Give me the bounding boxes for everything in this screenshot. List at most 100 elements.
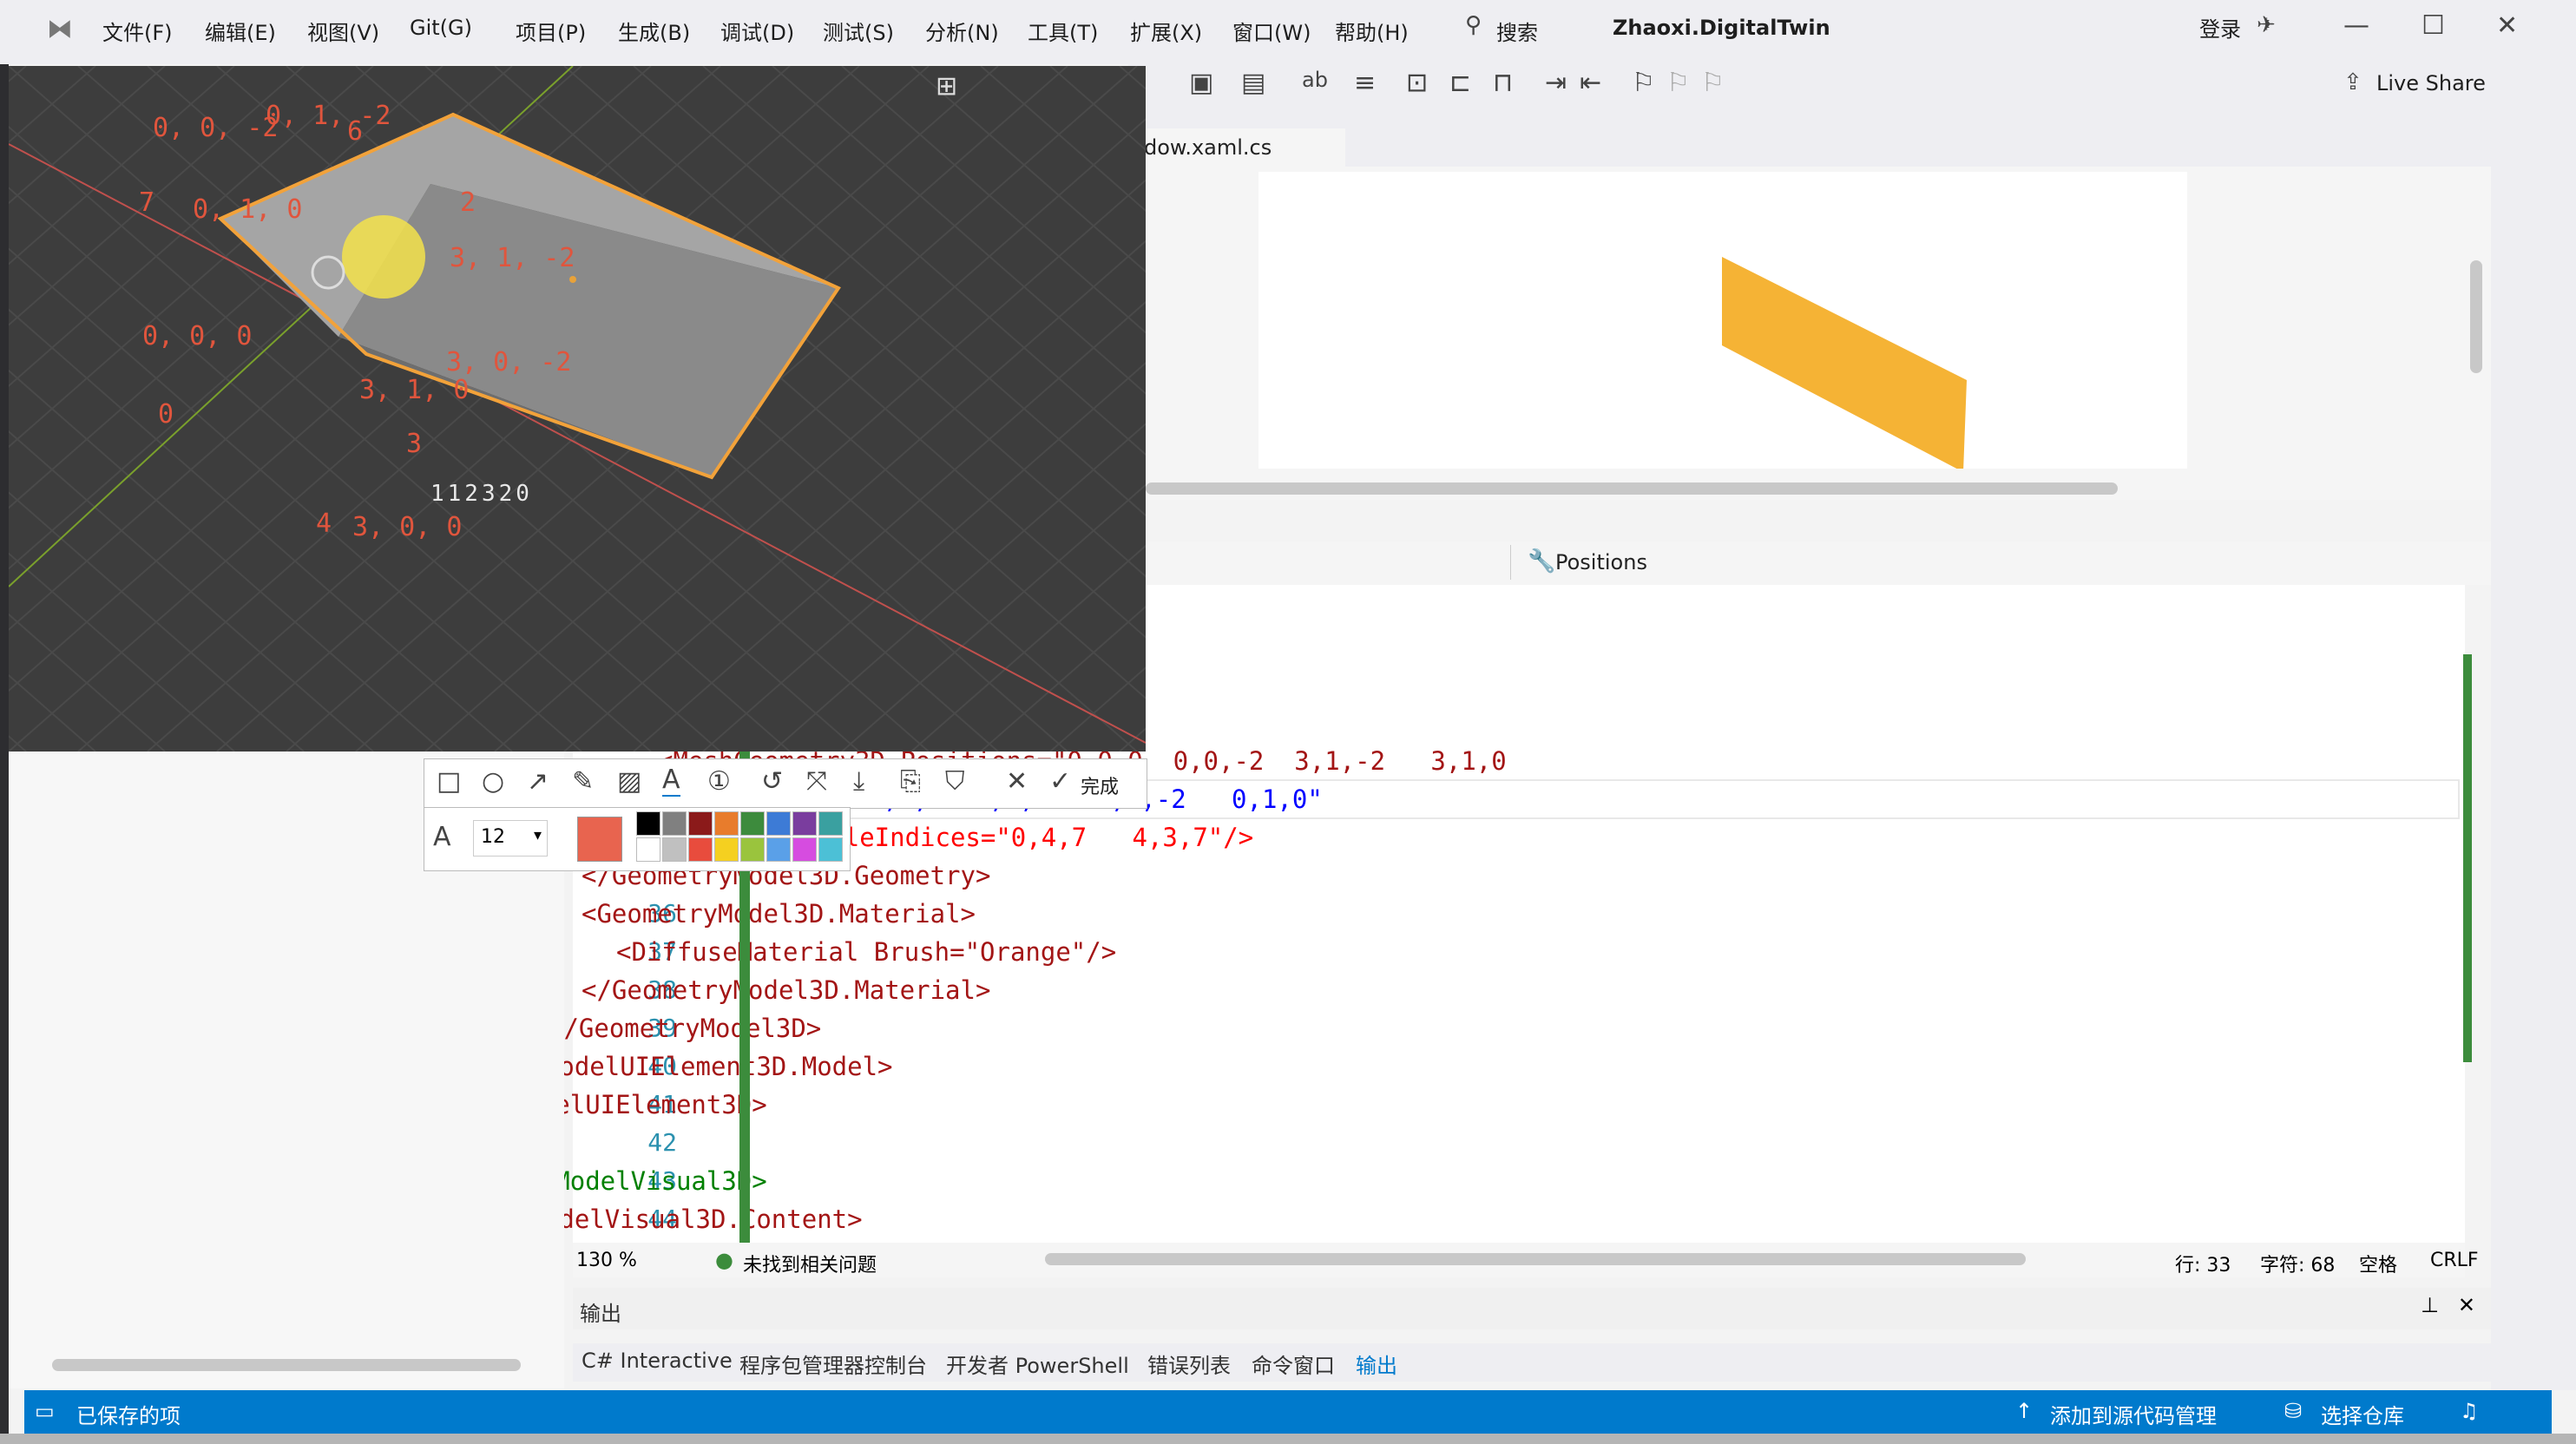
palette-swatch[interactable] [714, 811, 739, 836]
bottom-tab-2[interactable]: 开发者 PowerShell [946, 1349, 1129, 1379]
toolbar-icon-6[interactable]: ⊏ [1449, 68, 1471, 98]
zoom-level[interactable]: 130 % [576, 1250, 637, 1271]
bookmark-icon[interactable]: ⚐ [1632, 68, 1655, 98]
cancel-icon[interactable]: ✕ [1006, 766, 1028, 797]
live-share-icon[interactable]: ⇪ [2343, 69, 2362, 95]
bottom-tab-3[interactable]: 错误列表 [1147, 1349, 1231, 1379]
outdent-icon[interactable]: ⇤ [1580, 68, 1601, 98]
panel-close-icon[interactable]: ✕ [2458, 1293, 2475, 1317]
palette-swatch[interactable] [740, 837, 765, 862]
toolbar-icon-1[interactable]: ▣ [1189, 68, 1213, 98]
toolbar-icon-2[interactable]: ▤ [1241, 68, 1265, 98]
editor-vscrollbar[interactable] [2463, 654, 2472, 1062]
line-ending[interactable]: CRLF [2430, 1250, 2479, 1271]
live-share-button[interactable]: Live Share [2376, 71, 2486, 95]
ellipse-tool-icon[interactable]: ○ [482, 766, 504, 797]
close-icon[interactable]: ✕ [2496, 10, 2518, 41]
grid-line [841, 66, 1146, 334]
palette-swatch[interactable] [766, 837, 791, 862]
bookmark-prev-icon[interactable]: ⚐ [1666, 68, 1690, 98]
menu-item-4[interactable]: 项目(P) [516, 16, 586, 46]
login-link[interactable]: 登录 [2199, 12, 2241, 43]
mosaic-tool-icon[interactable]: ▨ [617, 766, 641, 797]
menu-item-7[interactable]: 测试(S) [823, 16, 894, 46]
tab-mainwindow-xaml-cs[interactable]: dow.xaml.cs [1128, 128, 1345, 169]
font-size-select[interactable]: 12 ▾ [473, 820, 548, 857]
rectangle-tool-icon[interactable]: □ [437, 766, 461, 797]
current-color-swatch[interactable] [577, 817, 622, 862]
member-dropdown[interactable]: Positions [1555, 550, 1647, 574]
palette-swatch[interactable] [688, 837, 713, 862]
menu-item-0[interactable]: 文件(F) [102, 16, 173, 46]
menu-item-5[interactable]: 生成(B) [618, 16, 690, 46]
designer-hscrollbar[interactable] [1146, 482, 2118, 495]
panel-pin-icon[interactable]: ⊥ [2421, 1293, 2439, 1317]
minimize-icon[interactable]: — [2343, 10, 2369, 41]
download-icon[interactable]: ⤓ [853, 766, 864, 797]
menu-item-1[interactable]: 编辑(E) [205, 16, 276, 46]
bottom-tab-4[interactable]: 命令窗口 [1252, 1349, 1335, 1379]
save-icon[interactable]: ⛉ [945, 766, 965, 797]
arrow-tool-icon[interactable]: ↗ [527, 766, 549, 797]
copy-icon[interactable]: ⎘ [900, 766, 921, 797]
menu-item-8[interactable]: 分析(N) [925, 16, 999, 46]
palette-swatch[interactable] [636, 811, 660, 836]
menu-item-10[interactable]: 扩展(X) [1130, 16, 1202, 46]
grid-line [9, 66, 27, 82]
designer-vscrollbar[interactable] [2470, 260, 2482, 373]
menu-item-12[interactable]: 帮助(H) [1335, 16, 1409, 46]
toolbar-icon-7[interactable]: ⊓ [1493, 68, 1513, 98]
format-icon[interactable]: ≡ [1354, 68, 1376, 98]
palette-swatch[interactable] [636, 837, 660, 862]
pen-tool-icon[interactable]: ✎ [572, 766, 594, 797]
menu-item-3[interactable]: Git(G) [410, 16, 472, 40]
output-title: 输出 [580, 1302, 621, 1326]
add-source-control-button[interactable]: 添加到源代码管理 [2050, 1399, 2217, 1429]
editor-hscrollbar[interactable] [1045, 1253, 2026, 1265]
palette-swatch[interactable] [766, 811, 791, 836]
notification-bell-icon[interactable]: ♫ [2460, 1399, 2479, 1423]
pin-icon[interactable]: ✈ [2257, 12, 2276, 38]
indent-icon[interactable]: ⇥ [1545, 68, 1567, 98]
number-tool-icon[interactable]: ① [707, 766, 731, 797]
select-repo-button[interactable]: 选择仓库 [2321, 1399, 2404, 1429]
menu-item-2[interactable]: 视图(V) [307, 16, 379, 46]
panel-hscrollbar[interactable] [52, 1359, 521, 1371]
chevron-down-icon: ▾ [533, 826, 542, 844]
undo-icon[interactable]: ↺ [761, 766, 783, 797]
pin-to-screen-icon[interactable]: ⤧ [806, 766, 827, 797]
spellcheck-icon[interactable]: ab [1302, 68, 1328, 92]
text-tool-icon[interactable]: A [662, 765, 680, 797]
palette-swatch[interactable] [792, 837, 817, 862]
cursor-row[interactable]: 行: 33 [2175, 1250, 2231, 1277]
palette-swatch[interactable] [688, 811, 713, 836]
bottom-tab-5[interactable]: 输出 [1356, 1349, 1397, 1379]
menu-item-11[interactable]: 窗口(W) [1232, 16, 1311, 46]
palette-swatch[interactable] [662, 837, 687, 862]
menu-item-6[interactable]: 调试(D) [720, 16, 794, 46]
bottom-tab-0[interactable]: C# Interactive [582, 1349, 733, 1373]
grid-toggle-icon[interactable]: ⊞ [936, 71, 957, 102]
bottom-tab-1[interactable]: 程序包管理器控制台 [739, 1349, 927, 1379]
search-label[interactable]: 搜索 [1496, 16, 1538, 46]
palette-swatch[interactable] [714, 837, 739, 862]
palette-swatch[interactable] [740, 811, 765, 836]
issues-label[interactable]: 未找到相关问题 [743, 1250, 877, 1277]
designer-canvas[interactable] [1258, 172, 2187, 472]
maximize-icon[interactable]: ☐ [2422, 10, 2445, 41]
check-icon[interactable]: ✓ [1049, 766, 1071, 797]
done-button[interactable]: 完成 [1081, 771, 1119, 799]
vertex-label: 0, 0, -2 [153, 113, 279, 143]
toolbar-icon-5[interactable]: ⊡ [1406, 68, 1428, 98]
palette-swatch[interactable] [818, 811, 843, 836]
bookmark-next-icon[interactable]: ⚐ [1701, 68, 1725, 98]
scope-dropdown[interactable] [1128, 545, 1511, 580]
whitespace-mode[interactable]: 空格 [2359, 1250, 2397, 1277]
palette-swatch[interactable] [662, 811, 687, 836]
search-icon[interactable]: ⚲ [1465, 12, 1482, 38]
palette-swatch[interactable] [818, 837, 843, 862]
cursor-col[interactable]: 字符: 68 [2260, 1250, 2335, 1277]
line-number: 42 [647, 1128, 677, 1157]
palette-swatch[interactable] [792, 811, 817, 836]
menu-item-9[interactable]: 工具(T) [1028, 16, 1098, 46]
